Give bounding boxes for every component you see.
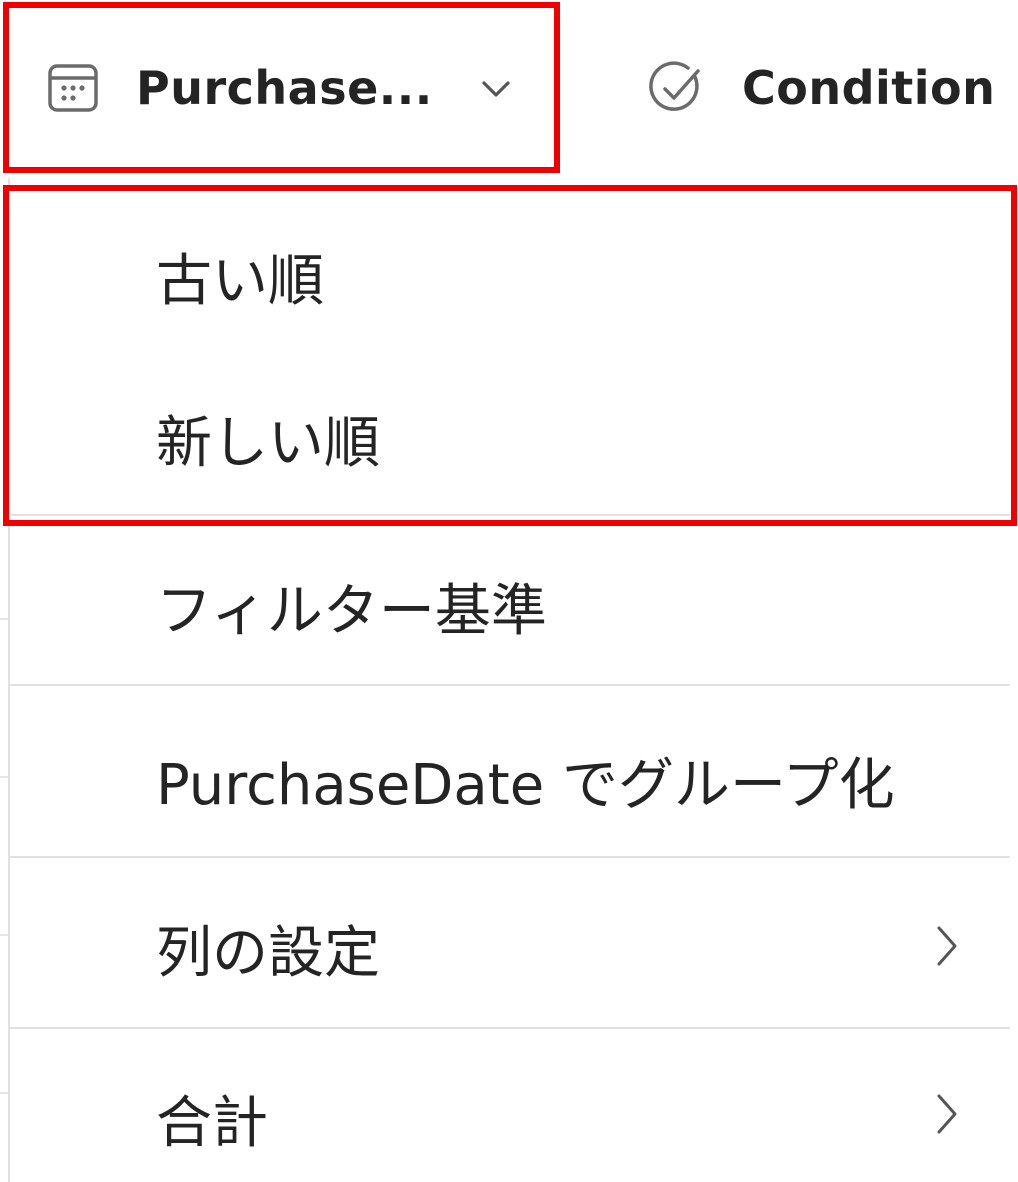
column-header-condition-label: Condition: [742, 61, 996, 115]
menu-item-label: フィルター基準: [156, 579, 547, 644]
table-gridline: [0, 776, 8, 778]
menu-item-label: 列の設定: [156, 921, 380, 986]
menu-item-label: PurchaseDate でグループ化: [156, 753, 895, 818]
column-context-menu: 古い順 新しい順 フィルター基準 PurchaseDate でグループ化 列の設…: [8, 178, 1010, 1182]
page: Purchase... Condition 古い順 新しい順 フィルター基準 P…: [0, 0, 1018, 1182]
calendar-icon: [44, 59, 102, 117]
menu-divider: [10, 684, 1010, 686]
menu-item-group-by[interactable]: PurchaseDate でグループ化: [10, 698, 1010, 852]
column-header-purchase-label: Purchase...: [136, 61, 433, 115]
chevron-down-icon: [482, 81, 510, 97]
table-gridline: [0, 618, 8, 620]
menu-item-label: 合計: [156, 1091, 268, 1156]
check-circle-icon: [648, 59, 706, 117]
menu-item-filter-by[interactable]: フィルター基準: [10, 528, 1010, 682]
chevron-right-icon: [937, 1094, 957, 1134]
menu-item-sort-newest[interactable]: 新しい順: [10, 368, 1010, 498]
menu-item-label: 新しい順: [156, 411, 380, 476]
table-gridline: [0, 1092, 8, 1094]
table-gridline: [0, 934, 8, 936]
menu-divider: [10, 514, 1010, 516]
chevron-right-icon: [937, 926, 957, 966]
menu-divider: [10, 1027, 1010, 1029]
menu-item-column-settings[interactable]: 列の設定: [10, 870, 1010, 1024]
menu-item-totals[interactable]: 合計: [10, 1040, 1010, 1182]
column-header-condition[interactable]: Condition: [648, 8, 995, 168]
menu-divider: [10, 856, 1010, 858]
column-header-purchase[interactable]: Purchase...: [8, 8, 553, 168]
menu-item-sort-oldest[interactable]: 古い順: [10, 206, 1010, 336]
menu-item-label: 古い順: [156, 249, 324, 314]
